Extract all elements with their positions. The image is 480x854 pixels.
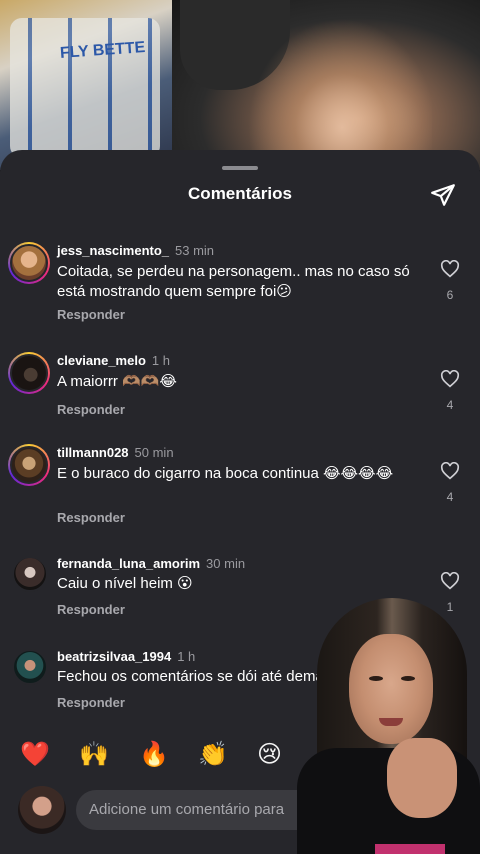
avatar[interactable] [12, 556, 48, 592]
comment-input-placeholder: Adicione um comentário para [89, 801, 285, 818]
comment-text: Coitada, se perdeu na personagem.. mas n… [57, 263, 410, 300]
sheet-grabber[interactable] [222, 166, 258, 170]
heart-icon[interactable] [440, 260, 460, 278]
like-count: 4 [446, 490, 454, 504]
heart-icon[interactable] [440, 572, 460, 590]
crying-emoji-button[interactable]: 😢 [257, 740, 282, 770]
reply-button[interactable]: Responder [57, 510, 125, 525]
heart-emoji-button[interactable]: ❤️ [20, 740, 50, 770]
send-icon[interactable] [430, 182, 456, 208]
presenter-video-overlay [297, 598, 480, 854]
reply-button[interactable]: Responder [57, 695, 125, 710]
background-video: FLY BETTE [0, 0, 480, 170]
presenter-shirt-print [375, 844, 445, 854]
heart-icon[interactable] [440, 370, 460, 388]
comment-username[interactable]: cleviane_melo [57, 353, 146, 368]
comment-username[interactable]: beatrizsilvaa_1994 [57, 649, 171, 664]
comment-text: E o buraco do cigarro na boca continua 😂… [57, 465, 394, 482]
background-video-right [172, 0, 480, 170]
comment-item: cleviane_melo 1 h A maiorrr 🫶🏽🫶🏽😂 Respond… [0, 352, 480, 442]
like-count: 4 [446, 398, 454, 412]
comment-item: jess_nascimento_ 53 min Coitada, se perde… [0, 242, 480, 352]
comment-time: 1 h [177, 649, 196, 664]
avatar[interactable] [8, 444, 50, 486]
presenter-eye-right [401, 676, 415, 681]
reply-button[interactable]: Responder [57, 402, 125, 417]
presenter-hand [387, 738, 457, 818]
comment-time: 53 min [175, 243, 215, 258]
reply-button[interactable]: Responder [57, 602, 125, 617]
current-user-avatar [18, 786, 66, 834]
clapping-emoji-button[interactable]: 👏 [198, 740, 228, 770]
comment-username[interactable]: jess_nascimento_ [57, 243, 169, 258]
presenter-face [349, 634, 433, 744]
face-blur [232, 0, 432, 170]
comment-text: Caiu o nível heim 😮 [57, 575, 193, 592]
comment-time: 50 min [134, 445, 174, 460]
raised-hands-emoji-button[interactable]: 🙌 [79, 740, 109, 770]
comment-username[interactable]: fernanda_luna_amorim [57, 556, 200, 571]
background-video-left: FLY BETTE [0, 0, 172, 170]
comment-time: 1 h [151, 353, 170, 368]
avatar[interactable] [12, 649, 48, 685]
sheet-title: Comentários [188, 184, 292, 203]
comment-time: 30 min [206, 556, 246, 571]
like-count: 6 [446, 288, 454, 302]
avatar[interactable] [8, 242, 50, 284]
comment-username[interactable]: tillmann028 [57, 445, 129, 460]
avatar[interactable] [8, 352, 50, 394]
reply-button[interactable]: Responder [57, 307, 125, 322]
heart-icon[interactable] [440, 462, 460, 480]
comment-item: tillmann028 50 min E o buraco do cigarro … [0, 444, 480, 554]
presenter-eye-left [369, 676, 383, 681]
fire-emoji-button[interactable]: 🔥 [139, 740, 169, 770]
comment-text: A maiorrr 🫶🏽🫶🏽😂 [57, 373, 177, 390]
